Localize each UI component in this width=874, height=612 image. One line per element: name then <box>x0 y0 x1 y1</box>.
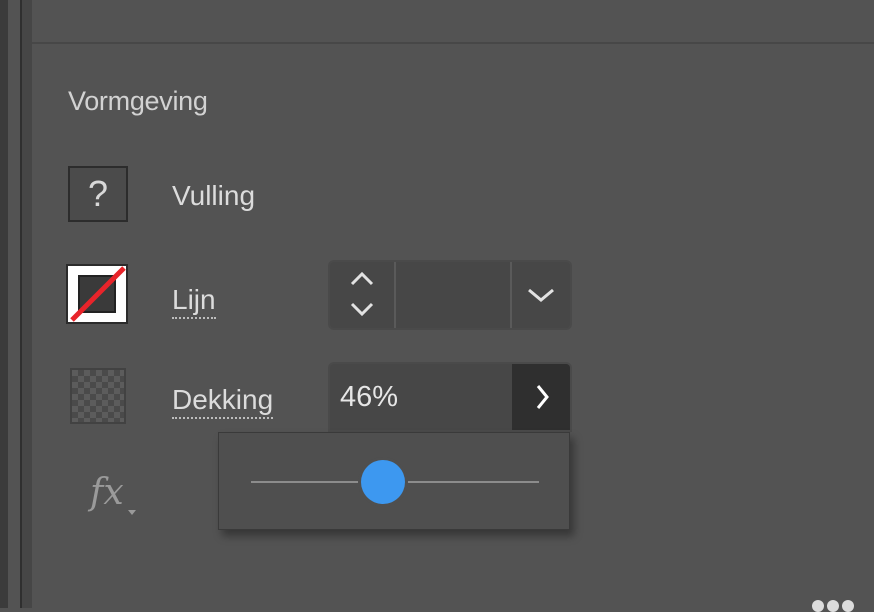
fx-icon[interactable]: fx <box>90 472 124 513</box>
opacity-label[interactable]: Dekking <box>172 384 274 419</box>
opacity-label-text[interactable]: Dekking <box>172 384 274 419</box>
dropdown-chevron-icon <box>528 288 554 302</box>
opacity-checker-icon <box>70 368 126 424</box>
stroke-weight-stepper[interactable] <box>330 262 396 328</box>
fill-label[interactable]: Vulling <box>172 180 255 212</box>
section-title: Vormgeving <box>68 86 208 116</box>
opacity-control[interactable]: 46% <box>328 362 572 432</box>
question-mark-icon: ? <box>87 173 109 214</box>
fx-dropdown-caret-icon[interactable] <box>128 510 136 515</box>
fill-swatch[interactable]: ? <box>68 166 128 222</box>
stroke-weight-dropdown[interactable] <box>512 262 570 328</box>
panel-divider[interactable] <box>20 0 32 608</box>
stroke-weight-control[interactable] <box>328 260 572 330</box>
panel-left-edge <box>0 0 8 608</box>
more-dot <box>827 600 839 612</box>
chevron-down-icon[interactable] <box>348 300 376 318</box>
opacity-input[interactable]: 46% <box>340 381 398 414</box>
chevron-up-icon[interactable] <box>348 270 376 288</box>
chevron-right-icon <box>536 385 549 409</box>
opacity-slider-thumb[interactable] <box>361 460 406 504</box>
stroke-weight-input[interactable] <box>396 262 512 328</box>
more-dot <box>812 600 824 612</box>
stroke-none-icon <box>66 264 128 324</box>
opacity-slider-toggle[interactable] <box>512 364 570 430</box>
stroke-swatch[interactable] <box>66 264 128 324</box>
stroke-label[interactable]: Lijn <box>172 284 216 319</box>
stroke-label-text[interactable]: Lijn <box>172 284 216 319</box>
more-options-icon[interactable] <box>812 600 854 612</box>
opacity-slider-popup <box>218 432 570 530</box>
more-dot <box>842 600 854 612</box>
panel-header-strip <box>32 0 874 44</box>
